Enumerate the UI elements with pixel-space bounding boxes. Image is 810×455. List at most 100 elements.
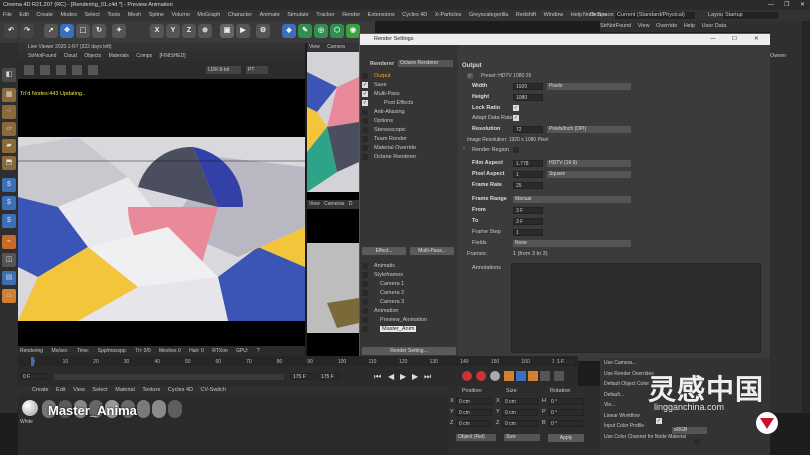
- lv-stop-icon[interactable]: [72, 65, 82, 75]
- vp2-tab-cameras[interactable]: Cameras: [324, 201, 344, 207]
- tree-checkbox[interactable]: [362, 136, 368, 142]
- tree-checkbox[interactable]: [362, 154, 368, 160]
- y-axis-icon[interactable]: Y: [166, 24, 180, 38]
- resolution-input[interactable]: 72: [513, 126, 543, 133]
- take-checkbox[interactable]: [362, 308, 368, 314]
- tree-item[interactable]: Octane Renderer: [374, 154, 416, 160]
- go-to-start-icon[interactable]: ⏮: [374, 372, 381, 382]
- playhead[interactable]: [31, 357, 34, 366]
- coord-rotation-field[interactable]: 0 °: [548, 398, 584, 405]
- close-button[interactable]: ✕: [800, 0, 805, 10]
- take-checkbox[interactable]: [362, 290, 368, 296]
- points-mode-icon[interactable]: ⁘: [2, 105, 16, 119]
- coordinate-system-icon[interactable]: ⊕: [198, 24, 212, 38]
- grid-icon[interactable]: ▤: [2, 271, 16, 285]
- lv-restart-icon[interactable]: [40, 65, 50, 75]
- annotations-textarea[interactable]: [511, 263, 761, 353]
- apply-button[interactable]: Apply: [548, 434, 584, 442]
- mat-menu-select[interactable]: Select: [92, 387, 107, 393]
- lock-ratio-checkbox[interactable]: ✓: [513, 105, 519, 111]
- menu-edit[interactable]: Edit: [19, 12, 28, 18]
- key-param-icon[interactable]: [540, 371, 550, 381]
- menu-render[interactable]: Render: [342, 12, 360, 18]
- layout-select[interactable]: Startup: [723, 12, 778, 19]
- from-input[interactable]: 3 F: [513, 207, 543, 214]
- scale-icon[interactable]: ⬚: [76, 24, 90, 38]
- tree-item[interactable]: Material Override: [374, 145, 416, 151]
- timeline-ruler[interactable]: 0102030405060708090100110120130140150160…: [18, 356, 578, 366]
- tree-item[interactable]: Multi-Pass: [374, 91, 400, 97]
- tree-item[interactable]: Team Render: [374, 136, 407, 142]
- rh-view[interactable]: View: [638, 23, 650, 29]
- frame-rate-input[interactable]: 25: [513, 182, 543, 189]
- mat-menu-create[interactable]: Create: [32, 387, 49, 393]
- take-checkbox[interactable]: [362, 281, 368, 287]
- render-setting-button[interactable]: Render Setting...: [362, 347, 456, 355]
- pixel-aspect-select[interactable]: Square: [547, 171, 631, 178]
- coord-size-field[interactable]: 0 cm: [502, 420, 538, 427]
- lv-send-scene-icon[interactable]: [24, 65, 34, 75]
- tree-checkbox[interactable]: ✓: [362, 100, 368, 106]
- take-item[interactable]: Animatic: [374, 263, 395, 269]
- cube-icon[interactable]: ◆: [282, 24, 296, 38]
- material-swatch[interactable]: [136, 400, 151, 418]
- pen-icon[interactable]: ✎: [298, 24, 312, 38]
- vp2-tab-view[interactable]: View: [309, 201, 320, 207]
- cloner-icon[interactable]: ⬡: [330, 24, 344, 38]
- menu-character[interactable]: Character: [228, 12, 252, 18]
- fields-select[interactable]: None: [513, 240, 631, 247]
- pixel-aspect-input[interactable]: 1: [513, 171, 543, 178]
- tree-item[interactable]: Options: [374, 118, 393, 124]
- menu-extensions[interactable]: Extensions: [368, 12, 395, 18]
- render-settings-icon[interactable]: ⚙: [256, 24, 270, 38]
- mat-menu-view[interactable]: View: [73, 387, 85, 393]
- take-item[interactable]: Camera 2: [380, 290, 404, 296]
- effect-button[interactable]: Effect...: [362, 247, 406, 255]
- lv-menu-comps[interactable]: Comps: [136, 53, 152, 59]
- lv-menu-cloud[interactable]: Cloud: [64, 53, 77, 59]
- editor-viewport[interactable]: View Camera View Cameras D: [307, 43, 359, 356]
- menu-window[interactable]: Window: [544, 12, 564, 18]
- menu-redshift[interactable]: Redshift: [516, 12, 536, 18]
- range-slider[interactable]: [54, 374, 284, 380]
- vp2-tab-d[interactable]: D: [349, 201, 353, 207]
- key-scale-icon[interactable]: [516, 371, 526, 381]
- rs-close-button[interactable]: ✕: [754, 34, 759, 45]
- menu-select[interactable]: Select: [85, 12, 100, 18]
- menu-greyscalegorilla[interactable]: Greyscalegorilla: [469, 12, 508, 18]
- take-item[interactable]: Styleframes: [374, 272, 403, 278]
- z-axis-icon[interactable]: Z: [182, 24, 196, 38]
- menu-simulate[interactable]: Simulate: [287, 12, 308, 18]
- recent-tools-icon[interactable]: ✦: [112, 24, 126, 38]
- texture-mode-icon[interactable]: ▦: [2, 88, 16, 102]
- x-axis-icon[interactable]: X: [150, 24, 164, 38]
- coord-rotation-field[interactable]: 0 °: [548, 409, 584, 416]
- mat-menu-edit[interactable]: Edit: [56, 387, 65, 393]
- redo-icon[interactable]: ↷: [20, 24, 34, 38]
- rh-strnotfound[interactable]: StrNotFound: [600, 23, 631, 29]
- frame-range-select[interactable]: Manual: [513, 196, 631, 203]
- tree-checkbox[interactable]: [362, 109, 368, 115]
- render-picture-viewer-icon[interactable]: ▶: [236, 24, 250, 38]
- to-input[interactable]: 3 F: [513, 218, 543, 225]
- frame-step-input[interactable]: 1: [513, 229, 543, 236]
- vp-tab-camera[interactable]: Camera: [327, 44, 345, 50]
- menu-help[interactable]: Help: [571, 12, 582, 18]
- dollar-plugin-icon-2[interactable]: $: [2, 196, 16, 210]
- tree-checkbox[interactable]: ✓: [362, 91, 368, 97]
- mat-menu-material[interactable]: Material: [115, 387, 135, 393]
- take-item[interactable]: Preview_Animation: [380, 317, 427, 323]
- menu-xparticles[interactable]: X-Particles: [435, 12, 462, 18]
- take-item[interactable]: Animation: [374, 308, 398, 314]
- mat-menu-cycles4d[interactable]: Cycles 4D: [168, 387, 193, 393]
- take-checkbox[interactable]: [362, 263, 368, 269]
- dollar-plugin-icon-3[interactable]: $: [2, 214, 16, 228]
- coordinate-mode-select[interactable]: Object (Rel): [456, 434, 496, 441]
- height-input[interactable]: 1080: [513, 94, 543, 101]
- render-view-icon[interactable]: ▣: [220, 24, 234, 38]
- coord-position-field[interactable]: 0 cm: [456, 398, 492, 405]
- renderer-select[interactable]: Octane Renderer: [398, 60, 453, 67]
- tree-item[interactable]: Anti-Aliasing: [374, 109, 405, 115]
- lv-menu-materials[interactable]: Materials: [109, 53, 129, 59]
- menu-spline[interactable]: Spline: [149, 12, 164, 18]
